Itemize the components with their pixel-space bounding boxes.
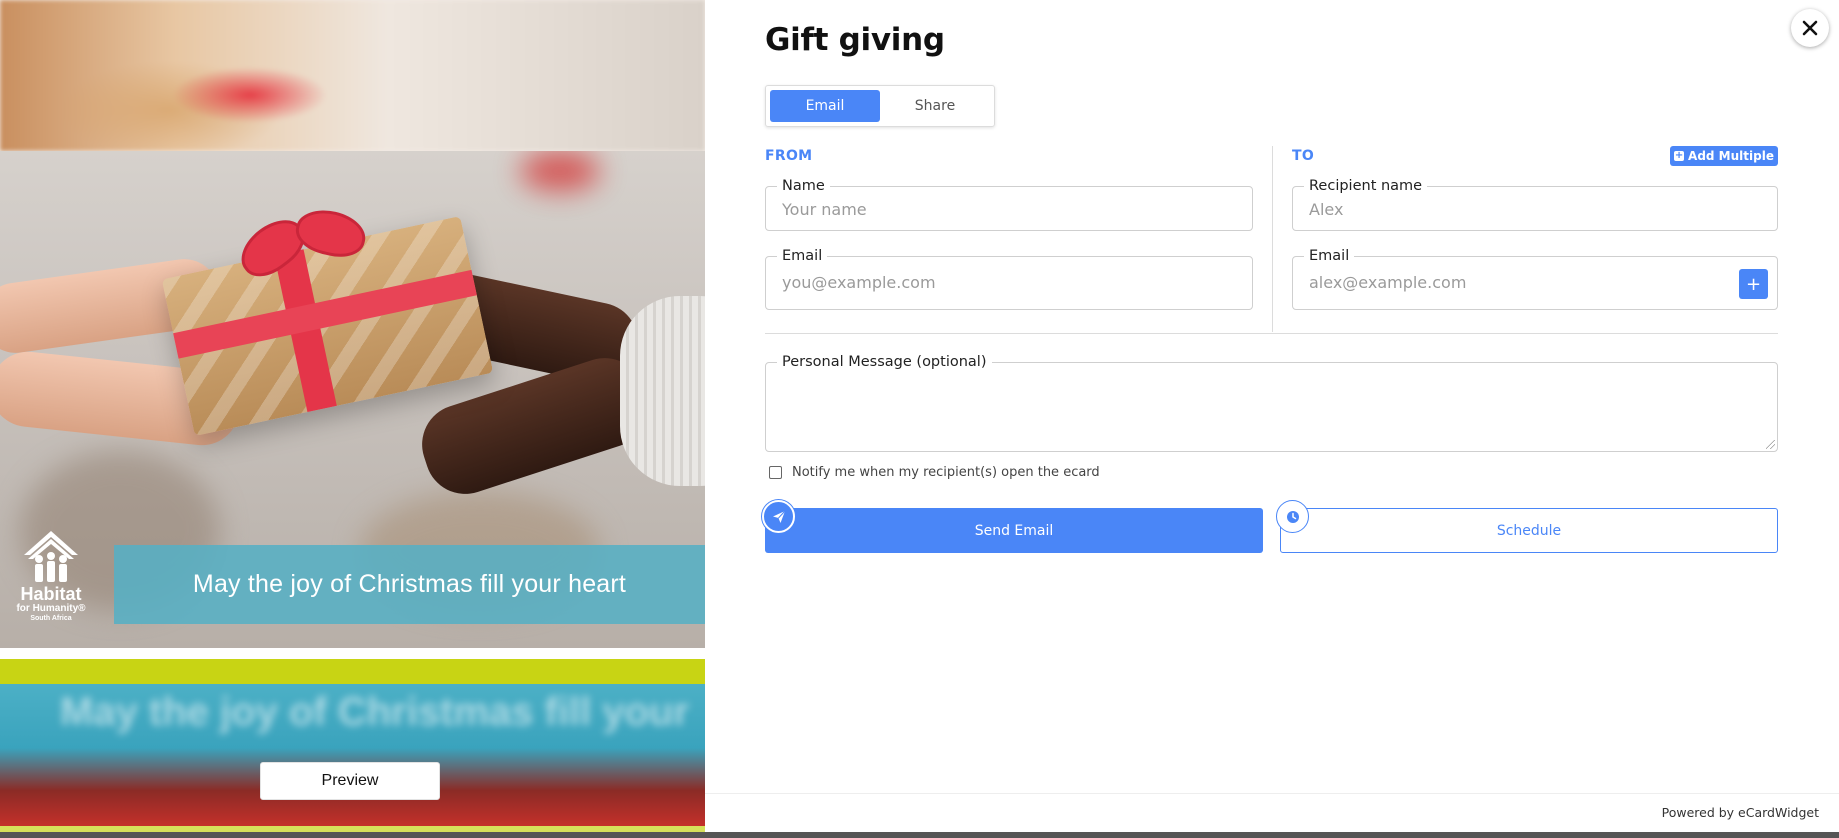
ribbon-horizontal (173, 269, 477, 359)
tab-share[interactable]: Share (880, 90, 990, 122)
gift-photo-top (0, 0, 705, 151)
sender-email-label: Email (782, 248, 823, 264)
tab-email[interactable]: Email (770, 90, 880, 122)
recipient-email-label: Email (1309, 248, 1350, 264)
logo-text-sub: for Humanity® (16, 603, 86, 614)
personal-message-label: Personal Message (optional) (782, 354, 987, 370)
habitat-logo: Habitat for Humanity® South Africa (14, 529, 88, 625)
send-icon (772, 510, 785, 523)
clock-icon-badge (1276, 500, 1309, 533)
greeting-banner: May the joy of Christmas fill your heart (114, 545, 705, 624)
send-mode-tabs: Email Share (765, 85, 995, 127)
close-icon (1802, 20, 1818, 36)
logo-text-main: Habitat (20, 584, 82, 604)
habitat-logo-icon (24, 531, 78, 582)
powered-by-footer[interactable]: Powered by eCardWidget (1662, 805, 1819, 820)
lime-strip (0, 659, 705, 684)
add-multiple-label: Add Multiple (1688, 149, 1774, 163)
notify-option: Notify me when my recipient(s) open the … (769, 465, 1100, 480)
recipient-email-field: Email (1292, 248, 1778, 310)
greeting-text: May the joy of Christmas fill your heart (192, 570, 627, 598)
recipient-email-input[interactable] (1309, 267, 1729, 297)
close-button[interactable] (1791, 9, 1829, 47)
gift-form-panel: Gift giving Email Share FROM Name Email … (705, 0, 1839, 838)
to-section-label: TO (1292, 148, 1315, 164)
plus-icon: + (1745, 273, 1762, 295)
personal-message-textarea[interactable] (782, 370, 1761, 432)
section-divider (765, 333, 1778, 334)
footer-divider (705, 793, 1839, 794)
column-divider (1272, 146, 1273, 332)
clock-icon (1286, 510, 1299, 523)
schedule-button[interactable]: Schedule (1280, 508, 1778, 553)
notify-checkbox[interactable] (769, 466, 782, 479)
notify-label: Notify me when my recipient(s) open the … (792, 465, 1100, 480)
from-section-label: FROM (765, 148, 813, 164)
sender-name-field: Name (765, 178, 1253, 231)
send-icon-badge (762, 500, 795, 533)
send-email-button[interactable]: Send Email (765, 508, 1263, 553)
sender-email-input[interactable] (782, 267, 1236, 297)
resize-handle-icon[interactable] (1766, 440, 1775, 449)
ornament-blob (520, 151, 600, 191)
blurred-greeting-text: May the joy of Christmas fill your (60, 690, 690, 734)
personal-message-field: Personal Message (optional) (765, 354, 1778, 452)
divider-strip (0, 648, 705, 659)
sender-name-input[interactable] (782, 194, 1236, 224)
plus-square-icon: + (1674, 150, 1685, 161)
window-bottom-edge (0, 832, 1839, 838)
sender-email-field: Email (765, 248, 1253, 310)
add-recipient-button[interactable]: + (1739, 269, 1768, 299)
send-email-label: Send Email (974, 522, 1054, 539)
sweater-sleeve (620, 296, 705, 486)
ecard-preview-panel: Habitat for Humanity® South Africa May t… (0, 0, 705, 838)
add-multiple-button[interactable]: + Add Multiple (1670, 146, 1778, 166)
recipient-name-field: Recipient name (1292, 178, 1778, 231)
gift-box (161, 203, 494, 436)
page-title: Gift giving (765, 22, 945, 58)
ecard-back-thumbnail: May the joy of Christmas fill your (0, 684, 705, 826)
recipient-name-label: Recipient name (1309, 178, 1423, 194)
schedule-label: Schedule (1496, 522, 1562, 539)
logo-text-country: South Africa (30, 615, 72, 622)
recipient-name-input[interactable] (1309, 194, 1761, 224)
preview-button[interactable]: Preview (260, 762, 440, 800)
sender-name-label: Name (782, 178, 825, 194)
